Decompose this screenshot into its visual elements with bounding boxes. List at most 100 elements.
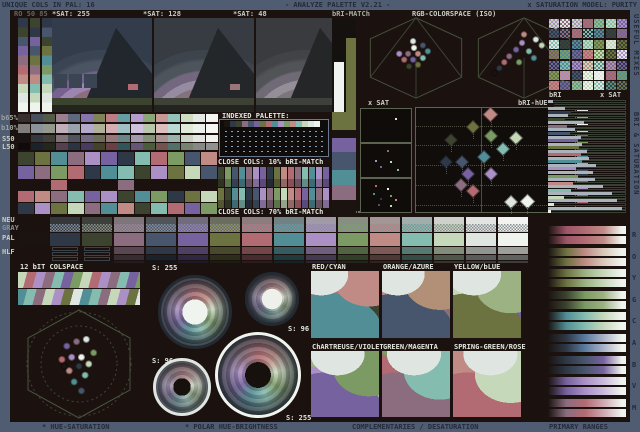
scatter-stem [460,189,462,197]
primary-range-bar [548,398,626,407]
scatter-diamond [467,185,479,197]
sat-bar-fill [548,146,580,150]
palette-point [525,48,533,55]
landscape-preview-sat0 [52,18,152,112]
mix-swatch [605,50,616,60]
bri-match-stack-block [332,200,356,215]
strip-swatch [55,143,68,150]
close-color-pair [316,200,322,208]
palette-point [419,42,427,49]
scatter-diamond [484,107,498,121]
complementary-panel-label: ORANGE/AZURE [383,263,434,271]
strip-swatch [68,135,80,142]
neu-swatch [434,217,464,224]
hlf-swatch [178,255,208,260]
strip-swatch [68,124,80,133]
mix-swatch [616,39,627,49]
palette-point [409,56,417,63]
band-swatch [84,203,101,214]
strip-swatch [118,114,130,122]
band-swatch [201,191,217,202]
strip-swatch [68,143,80,150]
band-swatch [151,203,167,214]
palette-point [396,50,403,57]
complementary-panel-label: YELLOW/bLUE [454,263,501,271]
strip-swatch [55,114,68,122]
colspace12-strip [18,272,140,288]
palette-swatch [306,233,336,246]
hlf-swatch [306,255,336,260]
hlf-swatch [402,247,432,254]
band-swatch [84,191,101,202]
primary-range-bar [548,344,626,352]
close-color-pair [309,179,315,187]
hue-sat-point [68,353,76,361]
palette-swatch [370,233,400,246]
mix-swatch [594,19,605,28]
band-swatch [51,203,67,214]
strip-swatch [80,124,93,133]
sat-bar-fill [548,195,564,199]
mix-swatch [594,71,605,80]
close-color-swatch [267,188,273,208]
sat-bar-track [548,103,626,107]
bri-match-stack-block [332,130,356,138]
mix-swatch [605,81,616,91]
strip-swatch [130,114,143,122]
scatter-diamond [485,167,497,180]
primary-range-letter: Y [632,274,637,283]
neu-swatch [274,217,304,224]
hue-sat-point [77,353,85,361]
strip-swatch [168,143,180,150]
band-swatch [18,191,34,202]
mix-swatch [605,60,616,70]
scatter-stem [490,119,492,127]
tiny-dot [373,192,375,195]
complementary-panel-2 [453,271,521,338]
close-color-swatch [309,167,315,187]
hlf-swatch [274,261,304,263]
landscape-accent [230,84,240,90]
mix-swatch [582,81,593,91]
mix-swatch [571,81,582,91]
mix-swatch [549,71,559,80]
brightness-ramp-column [42,18,52,112]
hlf-swatch [274,255,304,260]
band-swatch [101,152,117,165]
close-color-pair [253,179,259,187]
strip-swatch [205,114,218,122]
band-swatch [201,152,217,165]
strip-swatch [168,135,180,142]
gray-dither-swatch [434,224,464,232]
mix-swatch [605,29,616,39]
scatter-diamond [510,132,522,144]
palette-swatch [50,233,80,246]
hlf-swatch [370,247,400,254]
close-color-swatch [295,167,301,187]
polar-circle-2 [153,358,211,416]
strip-swatch [143,124,155,133]
strip-swatch [43,114,55,122]
neu-swatch [178,217,208,224]
palette-point [515,59,523,66]
close-color-pair [246,179,252,187]
hlf-swatch [402,255,432,260]
neu-swatch [402,217,432,224]
close-color-swatch [302,167,308,187]
band-swatch [34,152,51,165]
strip-swatch [193,135,205,142]
hlf-empty-strip [84,247,110,251]
neu-swatch [498,217,528,224]
close-color-pair [260,200,266,208]
palette-point [538,42,545,49]
band-swatch [118,203,134,214]
band-swatch [101,203,117,214]
neu-swatch [82,217,112,224]
landscape-block [54,74,67,88]
bri-match-stack-block [332,170,356,185]
mix-swatch [582,50,593,60]
close-color-swatch [232,167,238,187]
primary-range-letter: R [632,231,637,239]
close-color-swatch [295,188,301,208]
complementary-panel-5 [453,351,521,417]
